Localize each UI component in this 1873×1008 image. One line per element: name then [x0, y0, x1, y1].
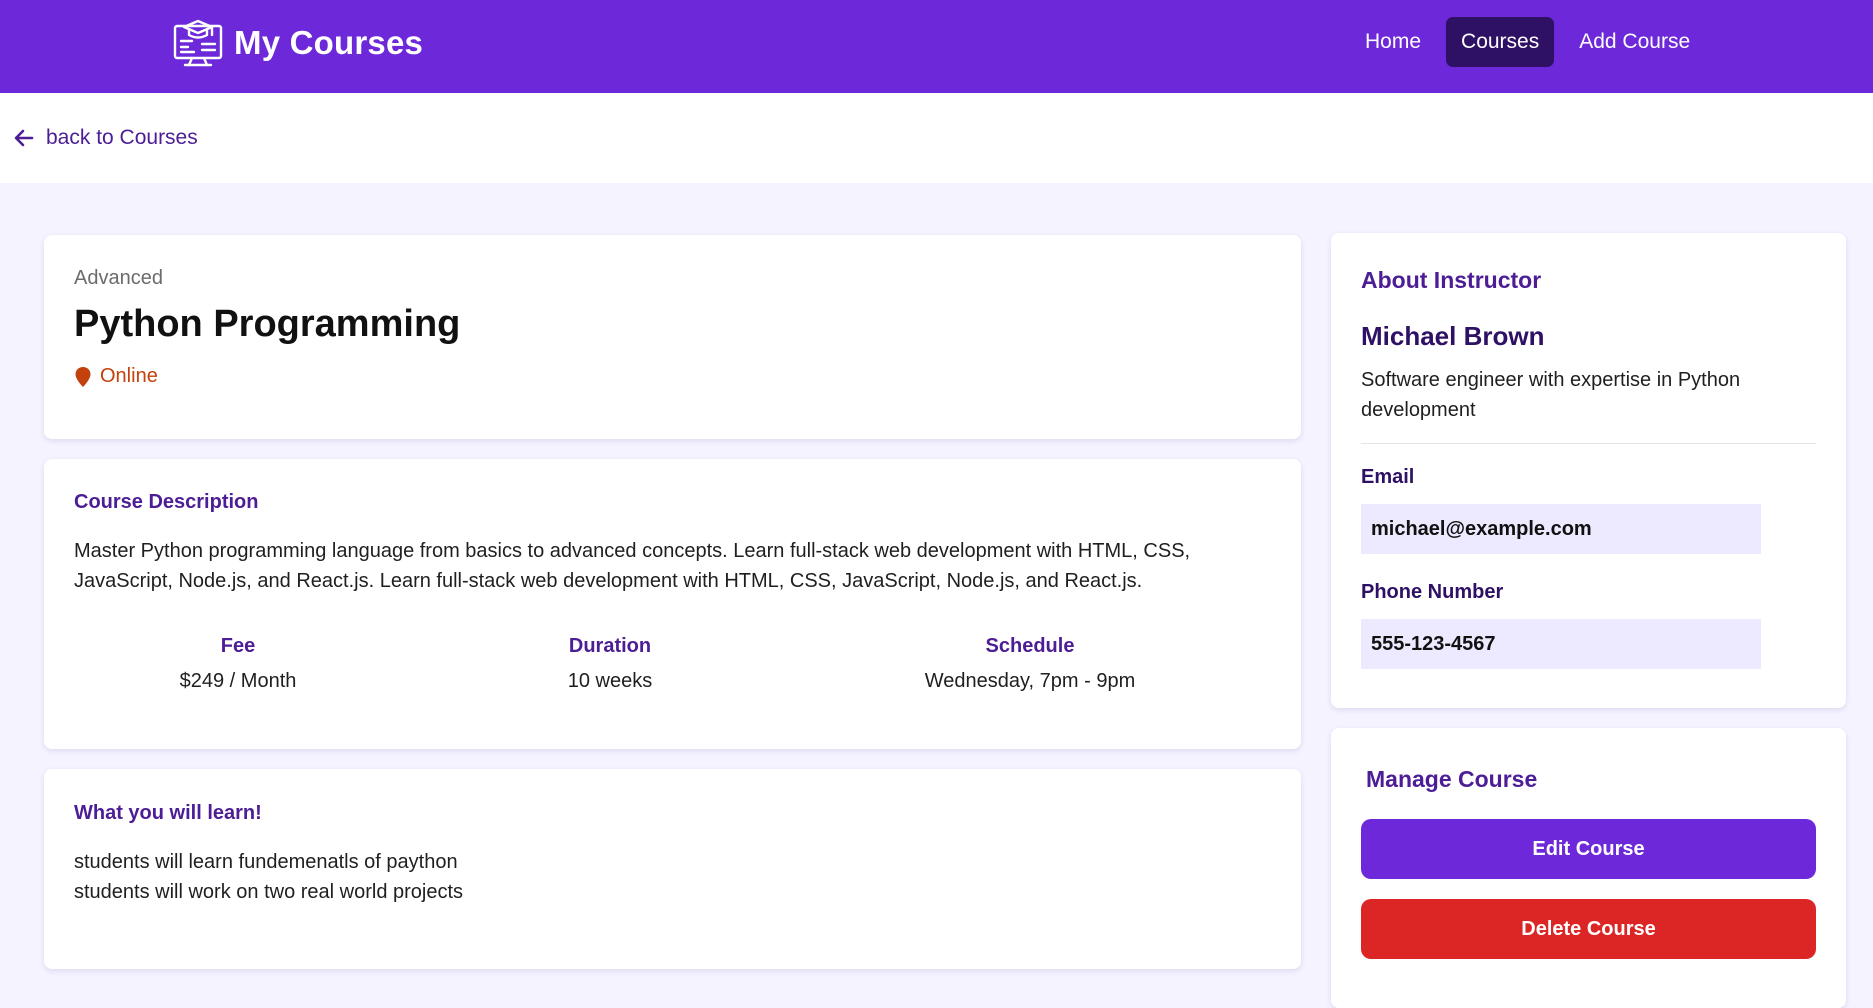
course-location: Online: [74, 365, 158, 388]
top-navbar: My Courses Home Courses Add Course: [0, 0, 1873, 93]
nav-links: Home Courses Add Course: [1350, 17, 1715, 67]
delete-course-button[interactable]: Delete Course: [1361, 899, 1816, 959]
edit-course-button[interactable]: Edit Course: [1361, 819, 1816, 879]
stat-schedule-value: Wednesday, 7pm - 9pm: [924, 670, 1136, 692]
brand[interactable]: My Courses: [172, 18, 423, 68]
description-heading: Course Description: [74, 491, 259, 513]
back-to-courses-link[interactable]: back to Courses: [14, 126, 198, 150]
classroom-screen-icon: [173, 19, 223, 67]
description-text: Master Python programming language from …: [74, 540, 1191, 592]
stat-schedule: Schedule Wednesday, 7pm - 9pm: [880, 631, 1180, 696]
email-field: michael@example.com: [1361, 504, 1761, 554]
manage-course-card: Manage Course Edit Course Delete Course: [1331, 728, 1846, 1008]
stat-schedule-label: Schedule: [985, 635, 1075, 657]
instructor-name: Michael Brown: [1361, 321, 1545, 351]
nav-add-course[interactable]: Add Course: [1564, 17, 1705, 67]
nav-home[interactable]: Home: [1350, 17, 1436, 67]
learning-outcomes-card: What you will learn! students will learn…: [44, 769, 1301, 969]
course-description-card: Course Description Master Python program…: [44, 459, 1301, 749]
course-title: Python Programming: [74, 303, 461, 345]
learn-list: students will learn fundemenatls of payt…: [74, 847, 463, 907]
stat-fee-label: Fee: [220, 635, 256, 657]
list-item: students will work on two real world pro…: [74, 881, 464, 903]
stat-duration-value: 10 weeks: [567, 670, 653, 692]
course-level: Advanced: [74, 267, 163, 289]
instructor-heading: About Instructor: [1361, 267, 1542, 293]
brand-title: My Courses: [234, 24, 424, 61]
back-link-label: back to Courses: [46, 126, 198, 149]
instructor-bio: Software engineer with expertise in Pyth…: [1361, 369, 1741, 421]
course-header-card: Advanced Python Programming Online: [44, 235, 1301, 439]
email-label: Email: [1361, 466, 1415, 488]
instructor-card: About Instructor Michael Brown Software …: [1331, 233, 1846, 708]
nav-courses[interactable]: Courses: [1446, 17, 1555, 67]
phone-label: Phone Number: [1361, 581, 1504, 603]
phone-field: 555-123-4567: [1361, 619, 1761, 669]
list-item: students will learn fundemenatls of payt…: [74, 851, 458, 873]
map-pin-icon: [75, 366, 91, 387]
stat-fee-value: $249 / Month: [179, 670, 297, 692]
stat-fee: Fee $249 / Month: [138, 631, 338, 696]
course-location-label: Online: [100, 365, 158, 387]
arrow-left-icon: [14, 129, 34, 147]
divider: [1361, 443, 1816, 444]
back-bar: back to Courses: [0, 93, 1873, 183]
stat-duration-label: Duration: [568, 635, 652, 657]
learn-heading: What you will learn!: [74, 802, 262, 824]
stat-duration: Duration 10 weeks: [510, 631, 710, 696]
manage-heading: Manage Course: [1366, 766, 1538, 792]
